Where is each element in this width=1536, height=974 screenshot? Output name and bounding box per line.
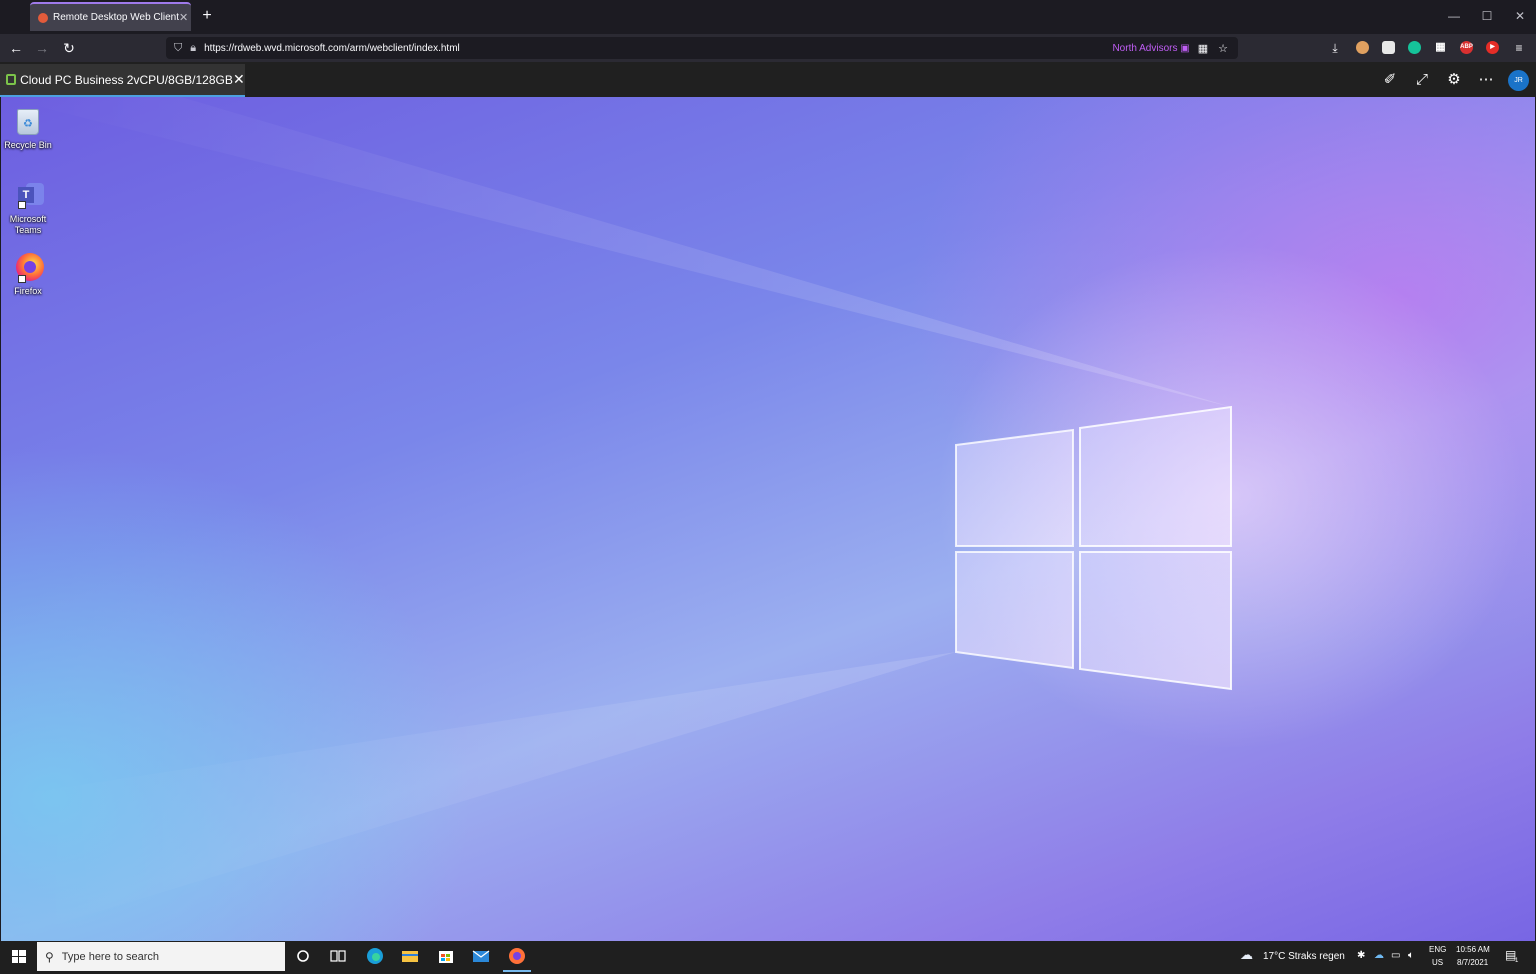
file-explorer-icon[interactable] bbox=[399, 945, 421, 967]
grammarly-extension-icon[interactable] bbox=[1408, 41, 1421, 54]
teams-label: Microsoft Teams bbox=[9, 214, 47, 235]
tray-app-icon[interactable]: ✱ bbox=[1357, 950, 1365, 961]
teams-icon: T bbox=[12, 179, 44, 211]
start-windows-icon[interactable] bbox=[4, 941, 34, 971]
notification-count: 1 bbox=[1515, 958, 1519, 964]
onedrive-cloud-icon[interactable]: ☁ bbox=[1374, 950, 1384, 961]
recycle-bin-icon: ♻ bbox=[12, 105, 44, 137]
rd-session-tab[interactable]: Cloud PC Business 2vCPU/8GB/128GB ✕ bbox=[0, 64, 245, 97]
cortana-circle-icon[interactable] bbox=[292, 945, 314, 967]
weather-cloud-icon[interactable]: ☁ bbox=[1240, 947, 1253, 963]
new-tab-button[interactable]: + bbox=[199, 7, 215, 25]
clock-date[interactable]: 8/7/2021 bbox=[1457, 958, 1488, 967]
user-avatar[interactable]: JR bbox=[1508, 70, 1529, 91]
menu-icon[interactable]: ≡ bbox=[1510, 39, 1528, 57]
network-icon[interactable]: ▭ bbox=[1391, 950, 1400, 961]
more-options-icon[interactable]: ⋯ bbox=[1477, 71, 1495, 89]
search-placeholder: Type here to search bbox=[61, 950, 160, 963]
profile-extension-icon[interactable] bbox=[1356, 41, 1369, 54]
firefox-icon bbox=[12, 251, 44, 283]
rd-favicon-icon bbox=[38, 12, 48, 23]
url-text[interactable]: https://rdweb.wvd.microsoft.com/arm/webc… bbox=[204, 43, 1112, 54]
maximize-window-button[interactable]: ☐ bbox=[1480, 9, 1494, 23]
downloads-icon[interactable]: ⤓ bbox=[1326, 39, 1344, 57]
rd-client-toolbar: Cloud PC Business 2vCPU/8GB/128GB ✕ ✐ ⤢ … bbox=[0, 62, 1536, 97]
grid-icon[interactable]: ▦ bbox=[1198, 42, 1208, 55]
firefox-label: Firefox bbox=[14, 286, 42, 296]
task-view-icon[interactable] bbox=[327, 945, 349, 967]
shield-icon[interactable]: ⛉ bbox=[174, 42, 182, 55]
browser-nav-bar: ← → ↻ ⛉ 🔒︎ https://rdweb.wvd.microsoft.c… bbox=[0, 34, 1536, 62]
search-icon: ⚲ bbox=[45, 949, 54, 964]
windows-logo-wallpaper bbox=[1, 97, 1232, 941]
active-app-indicator bbox=[503, 970, 531, 972]
taskbar-search-box[interactable]: ⚲ Type here to search bbox=[37, 942, 285, 971]
forward-button[interactable]: → bbox=[33, 39, 51, 57]
browser-tab-title: Remote Desktop Web Client bbox=[53, 12, 179, 23]
bitwarden-extension-icon[interactable] bbox=[1382, 41, 1395, 54]
volume-icon[interactable]: 🔈︎ bbox=[1408, 950, 1414, 961]
mail-icon[interactable] bbox=[470, 945, 492, 967]
adblock-extension-icon[interactable]: ABP bbox=[1460, 41, 1473, 54]
minimize-window-button[interactable]: — bbox=[1447, 9, 1461, 23]
edge-browser-icon[interactable] bbox=[364, 945, 386, 967]
microsoft-store-icon[interactable] bbox=[435, 945, 457, 967]
browser-tab[interactable]: Remote Desktop Web Client ✕ bbox=[30, 2, 191, 31]
reload-button[interactable]: ↻ bbox=[60, 39, 78, 57]
cloud-pc-icon bbox=[6, 74, 17, 85]
rd-session-label: Cloud PC Business 2vCPU/8GB/128GB bbox=[20, 72, 233, 87]
close-session-icon[interactable]: ✕ bbox=[233, 71, 245, 88]
container-badge[interactable]: North Advisors ▣ bbox=[1112, 43, 1189, 54]
microsoft-teams-shortcut[interactable]: T Microsoft Teams bbox=[1, 179, 55, 236]
clock-time[interactable]: 10:56 AM bbox=[1456, 945, 1490, 954]
remote-desktop-wallpaper: ♻ Recycle Bin T Microsoft Teams Firefox bbox=[1, 97, 1535, 941]
address-bar[interactable]: ⛉ 🔒︎ https://rdweb.wvd.microsoft.com/arm… bbox=[166, 37, 1238, 59]
container-label: North Advisors bbox=[1112, 42, 1178, 54]
video-extension-icon[interactable]: ▶ bbox=[1486, 41, 1499, 54]
language-bottom[interactable]: US bbox=[1432, 958, 1443, 967]
browser-tab-strip: Remote Desktop Web Client ✕ + — ☐ ✕ bbox=[0, 0, 1536, 34]
fullscreen-icon[interactable]: ⤢ bbox=[1413, 71, 1431, 89]
firefox-shortcut[interactable]: Firefox bbox=[1, 251, 55, 297]
weather-text[interactable]: 17°C Straks regen bbox=[1263, 951, 1345, 962]
recycle-bin-label: Recycle Bin bbox=[4, 140, 52, 150]
apps-extension-icon[interactable]: ▦ bbox=[1434, 41, 1447, 54]
close-tab-icon[interactable]: ✕ bbox=[179, 11, 188, 24]
windows-taskbar: ⚲ Type here to search ☁ 17°C Straks rege… bbox=[0, 941, 1536, 974]
recycle-bin-shortcut[interactable]: ♻ Recycle Bin bbox=[1, 105, 55, 151]
close-window-button[interactable]: ✕ bbox=[1513, 9, 1527, 23]
back-button[interactable]: ← bbox=[7, 39, 25, 57]
firefox-taskbar-icon[interactable] bbox=[506, 945, 528, 967]
bookmark-star-icon[interactable]: ☆ bbox=[1218, 42, 1228, 55]
lock-icon[interactable]: 🔒︎ bbox=[190, 42, 196, 55]
settings-gear-icon[interactable]: ⚙ bbox=[1445, 71, 1463, 89]
pin-off-icon[interactable]: ✐ bbox=[1381, 71, 1399, 89]
language-top[interactable]: ENG bbox=[1429, 945, 1446, 954]
